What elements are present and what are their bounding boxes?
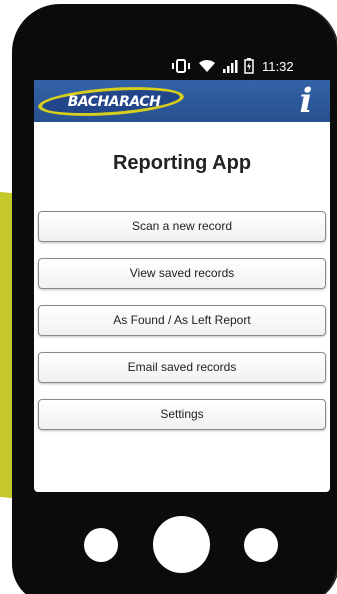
app-screen: BACHARACH i Reporting App Scan a new rec… (34, 80, 330, 492)
signal-icon (222, 59, 238, 73)
info-icon[interactable]: i (292, 82, 320, 120)
wifi-icon (198, 59, 216, 73)
status-time: 11:32 (262, 58, 294, 74)
status-bar: 11:32 (170, 56, 330, 76)
page-title: Reporting App (112, 152, 252, 174)
brand-logo: BACHARACH (37, 82, 185, 121)
main-menu: Scan a new record View saved records As … (38, 211, 326, 446)
home-button[interactable] (153, 516, 210, 573)
brand-logo-text: BACHARACH (67, 94, 161, 110)
email-saved-records-button[interactable]: Email saved records (38, 352, 326, 383)
scan-new-record-button[interactable]: Scan a new record (38, 211, 326, 242)
phone-nav-bar (0, 510, 337, 580)
vibrate-icon (170, 59, 192, 73)
battery-icon (244, 58, 254, 74)
menu-button[interactable] (244, 528, 278, 562)
as-found-as-left-report-button[interactable]: As Found / As Left Report (38, 305, 326, 336)
stage: 11:32 BACHARACH i Reporting App Scan a n… (0, 0, 337, 594)
settings-button[interactable]: Settings (38, 399, 326, 430)
back-button[interactable] (84, 528, 118, 562)
view-saved-records-button[interactable]: View saved records (38, 258, 326, 289)
app-header: BACHARACH i (34, 80, 330, 122)
